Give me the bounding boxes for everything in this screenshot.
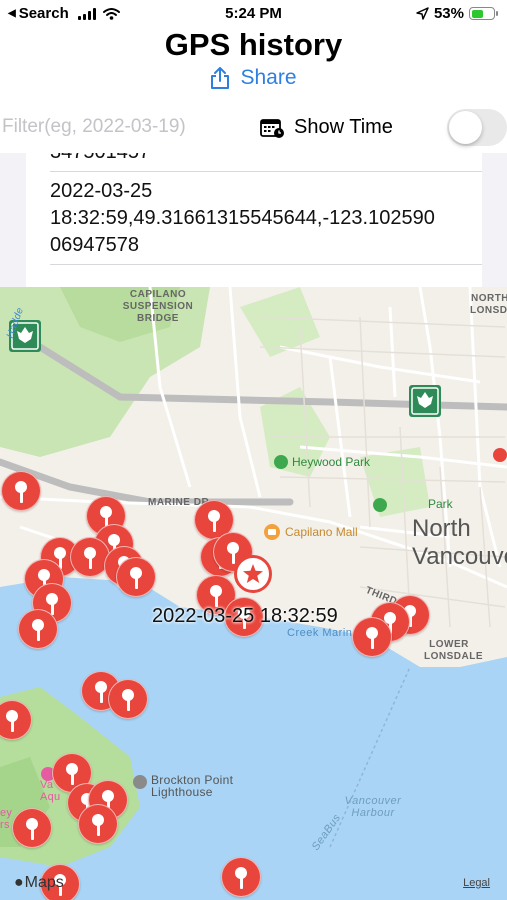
pin-stem-icon [232,552,235,564]
pin-stem-icon [31,828,34,840]
map-label-capilano-mall: Capilano Mall [285,525,358,539]
location-pin[interactable] [352,617,392,657]
list-divider [50,264,482,265]
show-time-label: Show Time [294,116,393,138]
battery-level [471,9,483,18]
map-label-north-vancouver: North Vancouver [412,515,507,570]
history-card: 347501457 2022-03-25 18:32:59,49.3166131… [26,153,482,287]
share-label: Share [240,66,297,89]
star-icon [243,564,263,583]
list-item[interactable]: 2022-03-25 18:32:59,49.31661315545644,-1… [50,178,472,259]
calendar-clock-icon [260,118,284,138]
location-pin[interactable] [12,808,52,848]
map-label-lower-lonsdale: LOWER LONSDALE [424,639,483,662]
current-location-star-pin[interactable] [234,555,272,593]
list-item[interactable]: 347501457 [50,153,472,166]
maps-attribution-label: Maps [24,874,64,891]
location-pin[interactable] [1,471,41,511]
battery-percent: 53% [433,5,464,22]
pin-stem-icon [100,691,103,703]
pin-stem-icon [213,520,216,532]
legal-link[interactable]: Legal [463,877,490,889]
share-button[interactable]: Share [0,66,507,90]
pin-stem-icon [11,720,14,732]
show-time-toggle[interactable] [447,109,507,146]
map-label-north-lonsdale: NORTH LONSDALE [470,293,507,316]
page-title: GPS history [164,27,343,62]
location-pin[interactable] [18,609,58,649]
pin-stem-icon [127,699,130,711]
status-bar: ◀ Search 5:24 PM 53% [0,0,507,28]
pin-stem-icon [89,557,92,569]
pin-stem-icon [371,637,374,649]
location-pin[interactable] [221,857,261,897]
map-label-capilano-bridge: CAPILANO SUSPENSION BRIDGE [122,289,194,324]
pin-stem-icon [20,491,23,503]
map-label-brockton-point: Brockton Point Lighthouse [151,773,234,799]
pin-stem-icon [240,877,243,889]
map-callout-timestamp: 2022-03-25 18:32:59 [152,605,338,627]
pin-stem-icon [71,773,74,785]
location-pin[interactable] [78,804,118,844]
pin-stem-icon [37,629,40,641]
location-pin[interactable] [108,679,148,719]
map-label-park: Park [428,497,453,511]
map-view[interactable]: CAPILANO SUSPENSION BRIDGE NORTH LONSDAL… [0,287,507,900]
history-list[interactable]: 347501457 2022-03-25 18:32:59,49.3166131… [0,153,507,287]
apple-logo-icon: ● [14,874,24,891]
pin-stem-icon [97,824,100,836]
filter-row: Show Time [0,104,507,150]
toggle-knob [449,111,482,144]
apple-maps-attribution: ● Maps [14,874,64,892]
share-icon [211,67,230,89]
status-right: 53% [416,5,498,22]
filter-input[interactable] [2,112,232,142]
pin-stem-icon [135,577,138,589]
map-label-heywood-park: Heywood Park [292,455,371,469]
show-time-control: Show Time [260,116,393,139]
location-arrow-icon [416,7,429,20]
battery-icon [469,7,498,20]
list-divider [50,171,482,172]
location-pin[interactable] [116,557,156,597]
map-label-vancouver-harbour: Vancouver Harbour [344,795,402,819]
